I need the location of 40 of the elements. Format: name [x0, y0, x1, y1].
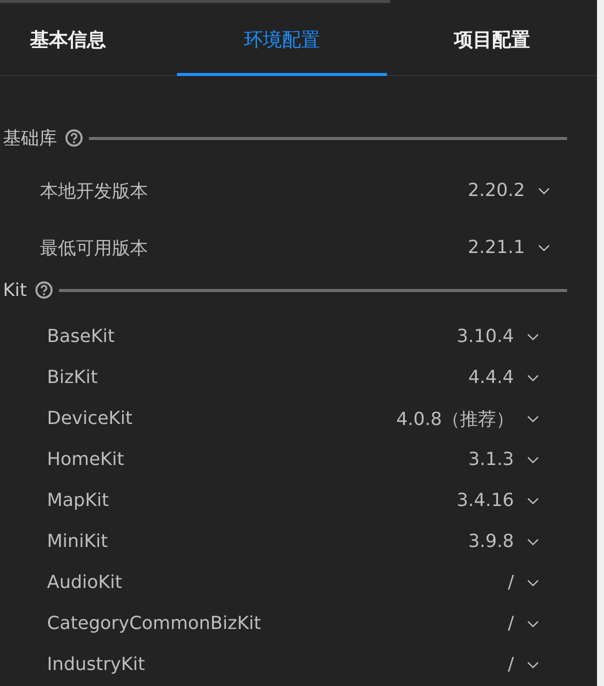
chevron-down-icon — [527, 538, 539, 546]
version-dropdown[interactable]: / — [508, 572, 539, 593]
setting-label: 本地开发版本 — [40, 180, 148, 202]
version-dropdown[interactable]: 2.20.2 — [468, 180, 550, 201]
version-dropdown[interactable]: / — [508, 654, 539, 675]
version-dropdown[interactable]: / — [508, 613, 539, 634]
setting-label: BizKit — [47, 367, 98, 388]
setting-label: DeviceKit — [47, 408, 132, 429]
chevron-down-icon — [527, 374, 539, 382]
help-icon — [34, 281, 53, 299]
chevron-down-icon — [527, 660, 539, 668]
setting-label: MapKit — [47, 490, 109, 511]
chevron-down-icon — [538, 244, 550, 252]
setting-label: CategoryCommonBizKit — [47, 613, 261, 634]
version-dropdown[interactable]: 4.4.4 — [468, 367, 539, 388]
version-dropdown[interactable]: 3.9.8 — [468, 531, 539, 552]
version-dropdown[interactable]: 4.0.8（推荐） — [396, 406, 539, 430]
chevron-down-icon — [527, 332, 539, 340]
version-dropdown[interactable]: 3.10.4 — [456, 326, 539, 347]
setting-label: IndustryKit — [47, 654, 145, 675]
tab[interactable]: 项目配置 — [387, 3, 597, 76]
setting-label: HomeKit — [47, 449, 124, 470]
setting-label: BaseKit — [47, 326, 115, 347]
tab[interactable]: 基本信息 — [0, 3, 177, 76]
tab[interactable]: 环境配置 — [177, 3, 387, 76]
version-dropdown[interactable]: 2.21.1 — [468, 237, 550, 258]
help-icon — [65, 129, 83, 147]
chevron-down-icon — [527, 414, 539, 422]
version-dropdown[interactable]: 3.1.3 — [468, 449, 539, 470]
setting-label: AudioKit — [47, 572, 122, 593]
chevron-down-icon — [527, 496, 539, 504]
section-title: 基础库 — [3, 127, 57, 150]
chevron-down-icon — [538, 186, 550, 194]
section-title: Kit — [3, 280, 27, 300]
chevron-down-icon — [527, 620, 539, 628]
chevron-down-icon — [527, 578, 539, 586]
chevron-down-icon — [527, 456, 539, 464]
version-dropdown[interactable]: 3.4.16 — [456, 490, 539, 511]
setting-label: 最低可用版本 — [40, 236, 148, 260]
setting-label: MiniKit — [47, 531, 108, 552]
